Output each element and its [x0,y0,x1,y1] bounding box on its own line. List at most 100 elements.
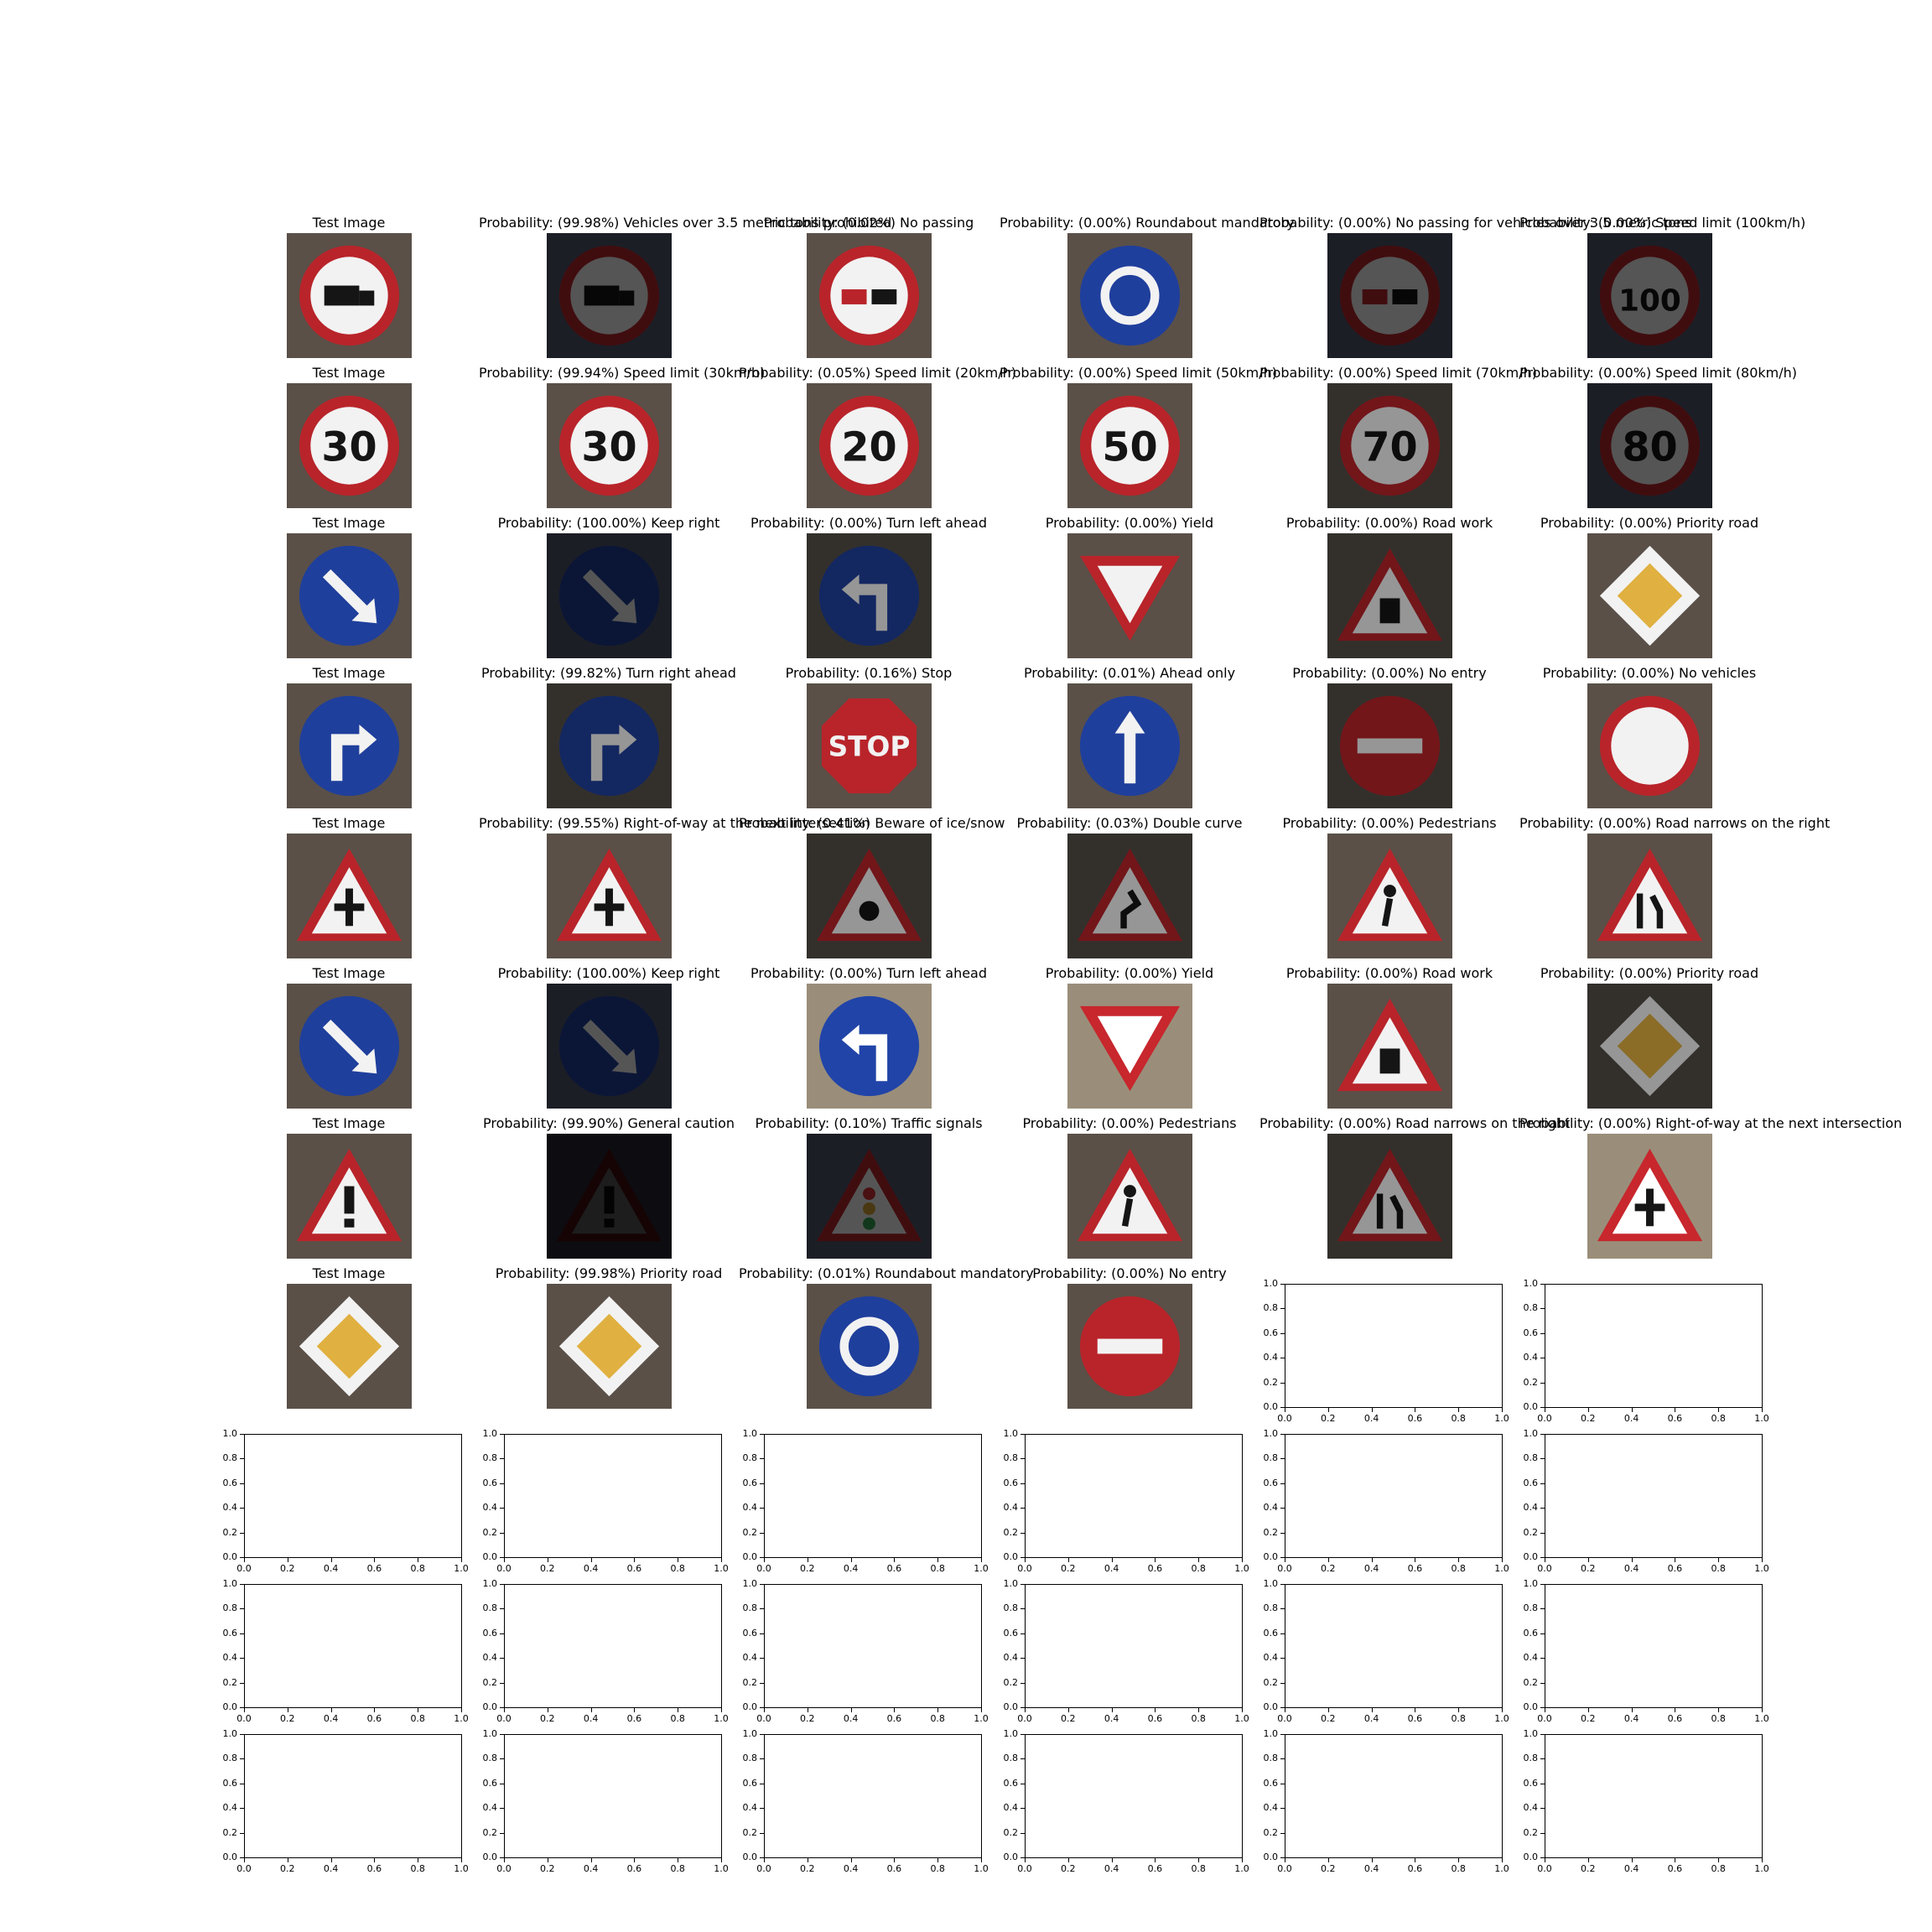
x-tick-label: 0.8 [670,1713,685,1724]
x-tick-mark [981,1708,982,1712]
x-tick-mark [1718,1858,1720,1862]
x-tick-label: 0.4 [1363,1563,1379,1574]
x-tick-mark [764,1708,765,1712]
y-tick-label: 0.2 [482,1526,498,1538]
grid-cell-r7-c2: Probability: (99.90%) General caution [479,1115,739,1260]
y-tick-mark [1021,1734,1025,1735]
x-tick-label: 0.8 [670,1863,685,1874]
y-tick-mark [500,1832,504,1834]
grid-cell-r5-c1: Test Image [219,815,479,960]
y-tick-label: 0.6 [482,1627,498,1639]
prediction-image [806,1284,932,1409]
grid-cell-r8-c2: Probability: (99.98%) Priority road [479,1265,739,1410]
y-tick-label: 0.4 [222,1802,238,1814]
y-tick-mark [500,1808,504,1810]
x-tick-label: 0.2 [540,1713,555,1724]
y-tick-label: 0.2 [1263,1376,1279,1388]
y-tick-mark [1540,1308,1545,1310]
prediction-image [1067,1134,1192,1259]
prediction-image [806,1134,932,1259]
test-image-title: Test Image [312,1115,386,1131]
x-tick-label: 1.0 [1234,1863,1249,1874]
prediction-image [546,984,672,1109]
x-tick-mark [894,1708,896,1712]
y-tick-mark [240,1758,244,1760]
x-tick-label: 0.0 [756,1563,771,1574]
y-tick-label: 0.6 [1263,1777,1279,1789]
y-tick-mark [1540,1707,1545,1708]
empty-axes [504,1434,722,1558]
grid-cell-r5-c2: Probability: (99.55%) Right-of-way at th… [479,815,870,960]
y-tick-label: 0.4 [1263,1352,1279,1363]
x-tick-label: 1.0 [454,1713,469,1724]
x-tick-label: 0.6 [626,1713,642,1724]
x-tick-mark [1458,1408,1460,1412]
prediction-title: Probability: (0.00%) No entry [1032,1265,1227,1281]
y-tick-label: 0.2 [742,1826,758,1838]
y-tick-mark [1540,1458,1545,1460]
y-tick-label: 0.2 [482,1826,498,1838]
prediction-title: Probability: (0.00%) Turn left ahead [750,965,988,981]
x-tick-mark [1025,1858,1026,1862]
grid-cell-r5-c3: Probability: (0.41%) Beware of ice/snow [739,815,1005,960]
y-tick-label: 0.0 [1523,1551,1539,1562]
x-tick-mark [1587,1408,1589,1412]
y-tick-mark [1021,1707,1025,1708]
test-image-title: Test Image [312,665,386,681]
prediction-image [546,233,672,358]
y-tick-label: 0.6 [1263,1627,1279,1639]
grid-cell-r1-c4: Probability: (0.00%) Roundabout mandator… [1000,215,1295,360]
y-tick-label: 0.8 [1263,1753,1279,1764]
svg-text:20: 20 [841,424,896,470]
prediction-image [1327,683,1452,808]
x-tick-mark [1718,1558,1720,1562]
x-tick-mark [461,1708,462,1712]
svg-text:STOP: STOP [828,730,910,762]
y-tick-label: 0.6 [1003,1777,1019,1789]
grid-cell-r7-c6: Probability: (0.00%) Right-of-way at the… [1519,1115,1902,1260]
prediction-image: STOP [806,683,932,808]
grid-cell-r3-c1: Test Image [219,515,479,660]
x-tick-mark [374,1708,376,1712]
prediction-image: 80 [1587,383,1712,508]
test-image [286,834,412,958]
x-tick-label: 0.6 [1407,1413,1423,1424]
y-tick-label: 0.6 [1263,1327,1279,1338]
x-tick-label: 0.0 [756,1713,771,1724]
y-tick-mark [760,1658,764,1659]
x-tick-label: 0.2 [1581,1413,1596,1424]
x-tick-label: 1.0 [1494,1563,1509,1574]
y-tick-label: 1.0 [222,1728,238,1739]
y-tick-label: 1.0 [1263,1728,1279,1739]
y-tick-label: 0.8 [1003,1602,1019,1614]
y-tick-label: 0.0 [1263,1852,1279,1862]
x-tick-label: 0.6 [1407,1713,1423,1724]
x-tick-mark [590,1558,592,1562]
prediction-title: Probability: (0.16%) Stop [785,665,953,681]
x-tick-mark [1242,1708,1243,1712]
prediction-image [546,683,672,808]
prediction-image [1327,984,1452,1109]
y-tick-label: 0.2 [1263,1526,1279,1538]
grid-cell-r8-c1: Test Image [219,1265,479,1410]
prediction-title: Probability: (0.00%) Turn left ahead [750,515,988,531]
y-tick-mark [500,1734,504,1735]
y-tick-label: 1.0 [1003,1728,1019,1739]
svg-text:70: 70 [1362,424,1417,470]
x-tick-label: 0.8 [930,1863,945,1874]
y-tick-mark [1540,1832,1545,1834]
x-tick-label: 1.0 [1234,1563,1249,1574]
x-tick-label: 0.4 [1104,1863,1119,1874]
prediction-image: 50 [1067,383,1192,508]
x-tick-label: 0.4 [1363,1713,1379,1724]
x-tick-mark [1242,1558,1243,1562]
x-tick-mark [1111,1558,1113,1562]
test-image-title: Test Image [312,515,386,531]
y-tick-label: 1.0 [742,1728,758,1739]
y-tick-label: 0.0 [1523,1701,1539,1712]
y-tick-mark [1280,1682,1285,1684]
y-tick-label: 0.8 [482,1452,498,1464]
x-tick-mark [1067,1858,1069,1862]
y-tick-label: 1.0 [1263,1428,1279,1439]
grid-cell-r1-c5: Probability: (0.00%) No passing for vehi… [1259,215,1692,360]
